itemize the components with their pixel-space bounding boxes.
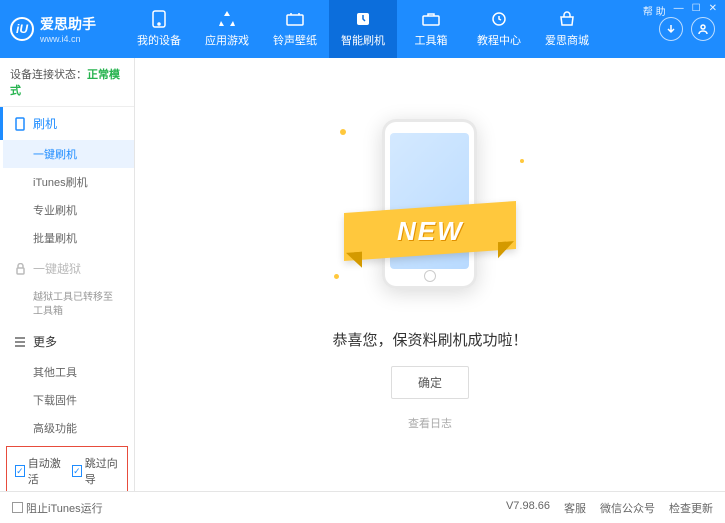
footer: 阻止iTunes运行 V7.98.66 客服 微信公众号 检查更新 <box>0 491 725 523</box>
success-message: 恭喜您，保资料刷机成功啦！ <box>332 329 527 350</box>
connection-status: 设备连接状态：正常模式 <box>0 58 134 107</box>
sub-download-fw[interactable]: 下载固件 <box>3 386 134 414</box>
options-row: ✓自动激活 ✓跳过向导 <box>6 446 128 491</box>
sub-other-tools[interactable]: 其他工具 <box>3 358 134 386</box>
check-update-link[interactable]: 检查更新 <box>669 500 713 516</box>
support-link[interactable]: 客服 <box>564 500 586 516</box>
download-icon[interactable] <box>659 17 683 41</box>
nav-my-device[interactable]: 我的设备 <box>125 0 193 58</box>
header: 帮 助 — ☐ ✕ iU 爱思助手 www.i4.cn 我的设备 应用游戏 铃声… <box>0 0 725 58</box>
lock-icon <box>13 262 27 276</box>
store-icon <box>558 10 576 28</box>
section-flash[interactable]: 刷机 <box>0 107 134 140</box>
logo-icon: iU <box>10 17 34 41</box>
nav-bar: 我的设备 应用游戏 铃声壁纸 智能刷机 工具箱 教程中心 爱思商城 <box>125 0 659 58</box>
sidebar: 设备连接状态：正常模式 刷机 一键刷机 iTunes刷机 专业刷机 批量刷机 一… <box>0 58 135 491</box>
toolbox-icon <box>422 10 440 28</box>
logo: iU 爱思助手 www.i4.cn <box>10 14 125 44</box>
maximize-icon[interactable]: ☐ <box>692 3 701 18</box>
checkbox-auto-activate[interactable]: ✓自动激活 <box>15 455 62 487</box>
flash-icon <box>354 10 372 28</box>
menu-icon <box>13 335 27 349</box>
sub-itunes-flash[interactable]: iTunes刷机 <box>3 168 134 196</box>
main-content: NEW 恭喜您，保资料刷机成功啦！ 确定 查看日志 <box>135 58 725 491</box>
nav-flash[interactable]: 智能刷机 <box>329 0 397 58</box>
nav-tools[interactable]: 工具箱 <box>397 0 465 58</box>
minimize-icon[interactable]: — <box>674 3 684 18</box>
user-icon[interactable] <box>691 17 715 41</box>
app-name: 爱思助手 <box>40 14 96 34</box>
checkbox-icon <box>12 502 23 513</box>
version-label: V7.98.66 <box>506 500 550 516</box>
phone-graphic <box>382 119 477 289</box>
check-icon: ✓ <box>72 465 82 477</box>
checkbox-block-itunes[interactable]: 阻止iTunes运行 <box>12 500 103 516</box>
section-more[interactable]: 更多 <box>3 325 134 358</box>
close-icon[interactable]: ✕ <box>709 3 717 18</box>
wechat-link[interactable]: 微信公众号 <box>600 500 655 516</box>
success-illustration: NEW <box>350 119 510 309</box>
phone-icon <box>150 10 168 28</box>
checkbox-skip-guide[interactable]: ✓跳过向导 <box>72 455 119 487</box>
nav-media[interactable]: 铃声壁纸 <box>261 0 329 58</box>
sub-pro-flash[interactable]: 专业刷机 <box>3 196 134 224</box>
sub-oneclick-flash[interactable]: 一键刷机 <box>3 140 134 168</box>
view-log-link[interactable]: 查看日志 <box>408 415 452 431</box>
book-icon <box>490 10 508 28</box>
nav-tutorials[interactable]: 教程中心 <box>465 0 533 58</box>
nav-store[interactable]: 爱思商城 <box>533 0 601 58</box>
sub-batch-flash[interactable]: 批量刷机 <box>3 224 134 252</box>
media-icon <box>286 10 304 28</box>
phone-icon <box>13 117 27 131</box>
check-icon: ✓ <box>15 465 25 477</box>
nav-apps[interactable]: 应用游戏 <box>193 0 261 58</box>
app-url: www.i4.cn <box>40 34 96 44</box>
jailbreak-note: 越狱工具已转移至 工具箱 <box>3 285 134 325</box>
header-actions <box>659 17 715 41</box>
sub-advanced[interactable]: 高级功能 <box>3 414 134 442</box>
new-ribbon: NEW <box>344 200 516 260</box>
window-controls: 帮 助 — ☐ ✕ <box>643 3 717 18</box>
apps-icon <box>218 10 236 28</box>
section-jailbreak[interactable]: 一键越狱 <box>3 252 134 285</box>
ok-button[interactable]: 确定 <box>391 366 469 399</box>
help-menu[interactable]: 帮 助 <box>643 3 666 18</box>
